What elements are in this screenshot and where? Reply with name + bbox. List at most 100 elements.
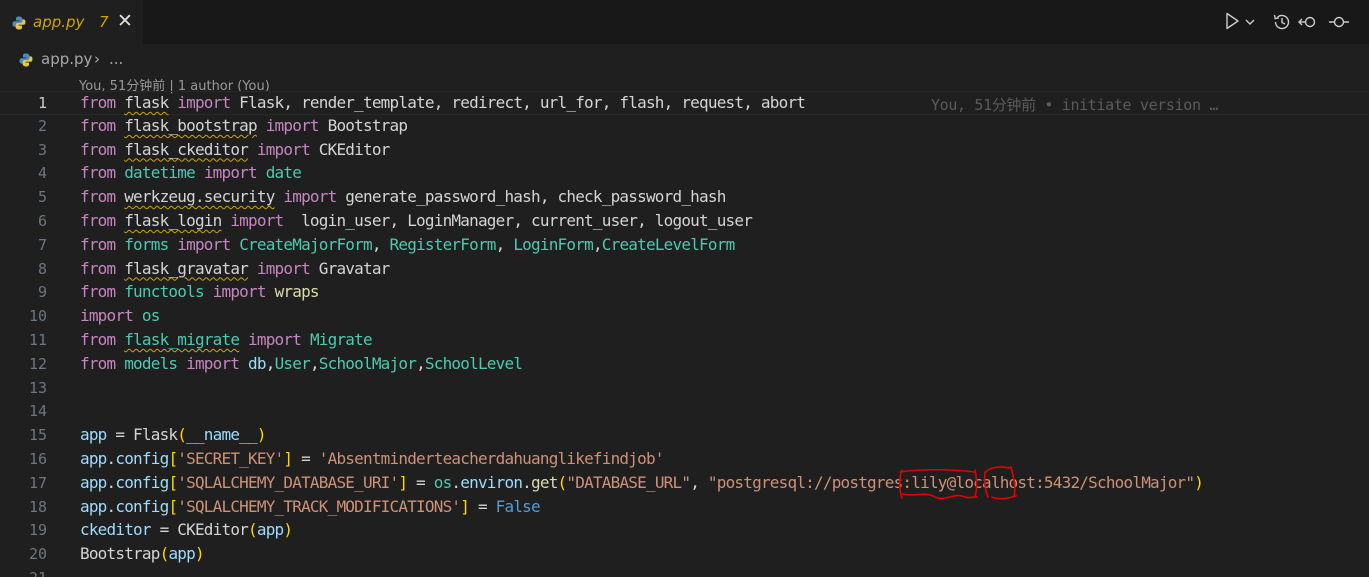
line-number: 15 <box>28 426 47 445</box>
code-line[interactable]: 18 app.config['SQLALCHEMY_TRACK_MODIFICAT… <box>0 496 1369 520</box>
code-line[interactable]: 5 from werkzeug.security import generate_… <box>0 186 1369 210</box>
code-token: , <box>265 353 276 373</box>
code-token: ] <box>460 496 470 516</box>
breadcrumb-file[interactable]: app.py <box>41 50 92 68</box>
code-token: werkzeug.security <box>124 187 275 207</box>
code-line[interactable]: 7 from forms import CreateMajorForm, Regi… <box>0 234 1369 258</box>
code-editor[interactable]: 1 from flask import Flask, render_templat… <box>0 91 1369 577</box>
compare-changes-icon[interactable] <box>1297 12 1319 36</box>
code-line[interactable]: 16 app.config['SECRET_KEY'] = 'Absentmind… <box>0 448 1369 472</box>
problem-count-badge: 7 <box>99 13 109 31</box>
line-code: from flask_ckeditor import CKEditor <box>80 140 390 159</box>
line-number: 16 <box>28 450 47 468</box>
code-token: db <box>248 353 266 373</box>
code-token: SchoolMajor <box>318 353 417 373</box>
line-code: app.config['SECRET_KEY'] = 'Absentminder… <box>80 449 664 468</box>
code-token: from <box>80 258 116 278</box>
code-token: from <box>80 115 116 135</box>
code-token: from <box>80 93 116 112</box>
line-code: from flask_bootstrap import Bootstrap <box>80 115 408 135</box>
code-line[interactable]: 12 from models import db,User,SchoolMajor… <box>0 353 1369 377</box>
code-token: import <box>283 187 337 207</box>
breadcrumb-symbols[interactable]: ... <box>109 50 123 68</box>
code-line[interactable]: 20 Bootstrap(app) <box>0 543 1369 567</box>
code-token: CreateLevelForm <box>601 234 735 254</box>
line-code: from datetime import date <box>80 163 302 183</box>
line-number: 1 <box>37 94 47 112</box>
code-token: from <box>80 282 116 302</box>
code-token: [ <box>168 449 178 468</box>
code-token: [ <box>168 496 178 516</box>
code-line[interactable]: 9 from functools import wraps <box>0 281 1369 305</box>
code-token: app <box>80 449 107 468</box>
run-triangle-icon[interactable] <box>1224 12 1240 34</box>
editor-window: app.py 7 ✕ app.py › ... You, 51分钟前 | 1 a… <box>0 0 1369 577</box>
line-code: from functools import wraps <box>80 282 320 302</box>
code-token: from <box>80 234 116 254</box>
code-line[interactable]: 21 <box>0 567 1369 577</box>
code-line[interactable]: 13 <box>0 377 1369 401</box>
code-token: ) <box>283 520 293 540</box>
code-line[interactable]: 8 from flask_gravatar import Gravatar <box>0 258 1369 282</box>
code-token: import <box>256 258 311 278</box>
code-token: os <box>141 306 160 326</box>
code-token: flask <box>124 93 169 112</box>
code-token: get <box>531 472 558 492</box>
line-code: import os <box>80 306 160 325</box>
line-number: 18 <box>28 497 47 516</box>
code-token: CreateMajorForm <box>239 234 372 254</box>
code-line[interactable]: 19 ckeditor = CKEditor(app) <box>0 519 1369 543</box>
line-number: 11 <box>28 331 47 349</box>
history-icon[interactable] <box>1272 12 1292 36</box>
line-number: 3 <box>37 140 47 159</box>
tab-app-py[interactable]: app.py 7 ✕ <box>0 0 143 44</box>
code-token: import <box>256 139 311 159</box>
code-line[interactable]: 2 from flask_bootstrap import Bootstrap <box>0 115 1369 139</box>
code-token: import <box>177 93 231 112</box>
code-line[interactable]: 6 from flask_login import login_user, Log… <box>0 210 1369 234</box>
line-code: from forms import CreateMajorForm, Regis… <box>80 234 735 254</box>
line-number: 10 <box>28 307 47 326</box>
code-line[interactable]: 10 import os <box>0 305 1369 329</box>
tab-bar: app.py 7 ✕ <box>0 0 1369 44</box>
code-line[interactable]: 11 from flask_migrate import Migrate <box>0 329 1369 353</box>
code-line[interactable]: 3 from flask_ckeditor import CKEditor <box>0 139 1369 163</box>
git-commit-icon[interactable] <box>1328 12 1350 36</box>
code-token: functools <box>124 282 204 302</box>
code-token: False <box>495 496 541 516</box>
code-token: LoginForm <box>513 234 593 254</box>
code-token: import <box>80 306 134 326</box>
code-token: app <box>168 544 195 564</box>
code-token: import <box>230 211 284 230</box>
code-token: 'SQLALCHEMY_DATABASE_URI' <box>177 472 399 492</box>
code-token: from <box>80 163 116 183</box>
line-code: from flask_login import login_user, Logi… <box>80 211 753 230</box>
code-line[interactable]: 4 from datetime import date <box>0 162 1369 186</box>
code-token: __name__ <box>186 425 258 445</box>
code-token: 'Absentminderteacherdahuanglikefindjob' <box>318 449 665 468</box>
line-code: from models import db,User,SchoolMajor,S… <box>80 353 523 373</box>
python-file-icon <box>19 52 33 71</box>
code-token: = <box>407 472 434 492</box>
code-token: app <box>80 496 107 516</box>
code-line[interactable]: 1 from flask import Flask, render_templat… <box>0 91 1369 115</box>
python-file-icon <box>12 15 26 34</box>
code-line[interactable]: 17 app.config['SQLALCHEMY_DATABASE_URI'] … <box>0 472 1369 496</box>
close-icon[interactable]: ✕ <box>117 12 133 31</box>
line-number: 4 <box>37 164 47 183</box>
chevron-down-icon[interactable] <box>1244 14 1256 33</box>
code-token: ) <box>194 544 205 564</box>
code-line[interactable]: 15 app = Flask(__name__) <box>0 424 1369 448</box>
code-line[interactable]: 14 <box>0 400 1369 424</box>
line-code: from flask import Flask, render_template… <box>80 93 806 112</box>
code-token: from <box>80 139 116 159</box>
code-token: import <box>177 234 231 254</box>
line-number: 12 <box>28 354 47 373</box>
